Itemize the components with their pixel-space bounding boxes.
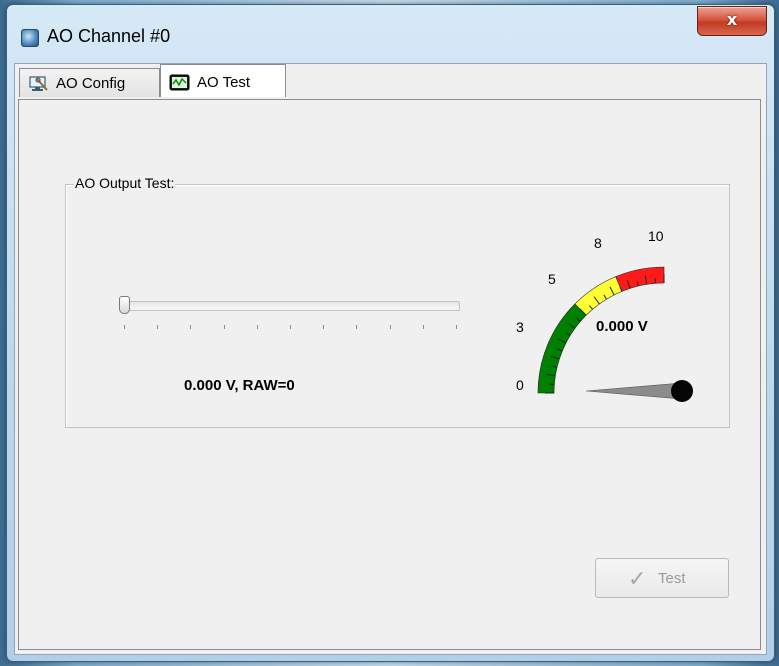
close-button[interactable]: x (697, 6, 767, 36)
close-icon: x (726, 10, 738, 29)
slider-tick (190, 325, 192, 329)
slider-tick (256, 325, 258, 329)
tab-ao-config[interactable]: AO Config (19, 68, 160, 97)
gauge-zone-0 (537, 303, 587, 394)
gauge-label-3: 3 (516, 319, 524, 335)
app-icon (21, 29, 39, 47)
gauge-label-0: 0 (516, 377, 524, 393)
tab-ao-test-label: AO Test (197, 74, 251, 91)
slider-tick (422, 325, 424, 329)
window-title: AO Channel #0 (47, 26, 171, 46)
gauge-label-8: 8 (594, 235, 602, 251)
slider-tick (290, 325, 291, 329)
gauge-label-5: 5 (548, 271, 556, 287)
slider-tick (323, 325, 325, 329)
check-icon: ✓ (628, 566, 647, 591)
slider-tick (124, 325, 125, 329)
test-button[interactable]: ✓ Test (595, 558, 729, 598)
gauge-needle-hub (671, 380, 693, 402)
oscilloscope-icon (169, 74, 190, 91)
output-slider-thumb[interactable] (119, 296, 130, 314)
output-readout: 0.000 V, RAW=0 (184, 377, 295, 394)
tab-ao-test[interactable]: AO Test (160, 64, 286, 97)
slider-tick (157, 325, 159, 329)
gauge-zone-1 (574, 276, 623, 316)
monitor-config-icon (29, 76, 48, 91)
test-button-label: Test (658, 570, 686, 587)
ao-channel-dialog: AO Channel #0 x AO Config AO Test AO Out… (6, 4, 775, 662)
gauge-needle-pointer (585, 382, 683, 400)
gauge-value-label: 0.000 V (596, 318, 648, 335)
slider-tick (389, 325, 391, 329)
tab-ao-config-label: AO Config (56, 75, 126, 92)
gauge-needle (585, 380, 693, 402)
gauge-label-10: 10 (648, 228, 664, 244)
ao-test-panel: AO Output Test: 0.000 V, RAW=0 0 3 5 8 1… (18, 99, 761, 650)
output-slider-track[interactable] (122, 301, 460, 311)
slider-tick (223, 325, 225, 329)
voltage-gauge: 0 3 5 8 10 0.000 V (516, 228, 693, 402)
slider-tick (456, 325, 457, 329)
ao-output-test-group: AO Output Test: 0.000 V, RAW=0 0 3 5 8 1… (65, 175, 730, 428)
title-bar[interactable]: AO Channel #0 x (7, 5, 774, 59)
group-label: AO Output Test: (74, 175, 176, 191)
gauge-zone-2 (615, 266, 665, 292)
slider-tick (356, 325, 358, 329)
dialog-client-area: AO Config AO Test AO Output Test: 0.000 … (14, 63, 767, 655)
